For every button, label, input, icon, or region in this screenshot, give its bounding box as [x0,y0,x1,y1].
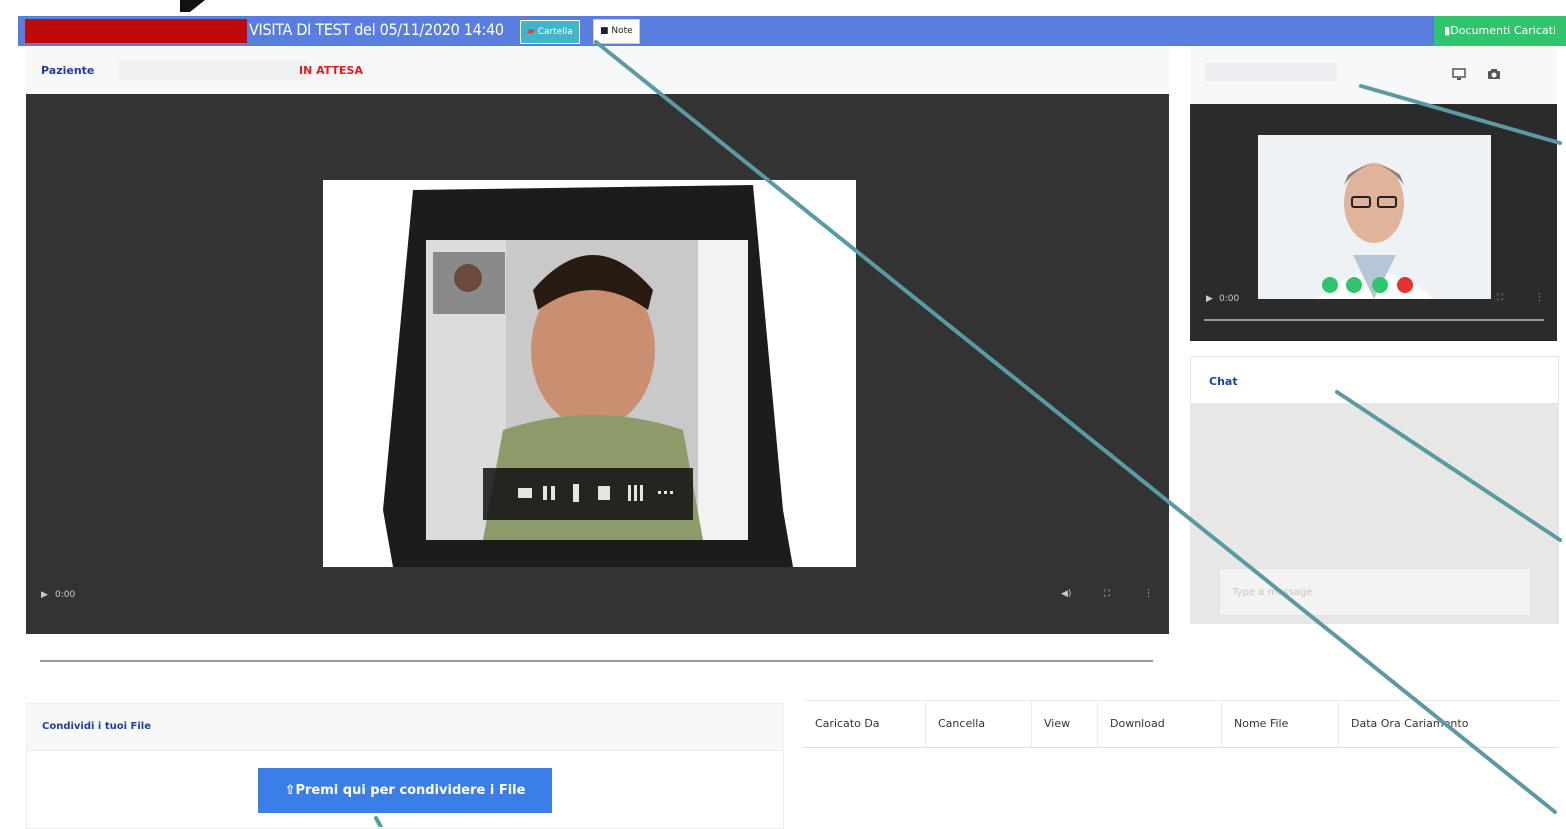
patient-panel: Paziente IN ATTESA ▶ 0:00 ◀) ⛶ ⋮ [26,46,1169,662]
note-label: Note [611,26,633,36]
doctor-panel: ▶ 0:00 ⛶ ⋮ [1190,46,1557,341]
redacted-name-block [25,19,247,43]
doctor-fullscreen-icon[interactable]: ⛶ [1497,293,1503,303]
folder-icon: ▰ [527,26,535,37]
doctor-video-time: 0:00 [1219,294,1240,304]
doctor-header [1190,46,1557,105]
upload-icon: ⇧ [284,783,296,798]
camera-icon[interactable] [1487,68,1501,80]
doctor-preview-image [1258,135,1491,299]
documents-label: Documenti Caricati [1450,24,1556,37]
column-view[interactable]: View [1032,701,1098,747]
main-video-controls: ▶ 0:00 ◀) ⛶ ⋮ [41,582,1154,608]
chat-panel: Chat Type a message [1190,356,1559,624]
column-nome-file[interactable]: Nome File [1222,701,1339,747]
chat-message-input[interactable]: Type a message [1219,568,1531,616]
share-files-button[interactable]: ⇧Premi qui per condividere i File [258,768,552,813]
cartella-button[interactable]: ▰ Cartella [520,20,580,44]
file-share-panel: Condividi i tuoi File ⇧Premi qui per con… [26,703,784,829]
doctor-video-frame [1258,135,1491,299]
play-icon[interactable]: ▶ [41,590,48,600]
chat-input-placeholder: Type a message [1232,587,1313,598]
chat-messages: Type a message [1191,404,1558,623]
redacted-doctor-name [1205,63,1337,81]
file-share-title: Condividi i tuoi File [42,721,151,732]
patient-video-frame [323,180,856,567]
note-icon: ■ [600,26,609,36]
main-video-time: 0:00 [55,590,76,600]
visit-header-bar: VISITA DI TEST del 05/11/2020 14:40 ▰ Car… [18,16,1566,46]
column-cancella[interactable]: Cancella [926,701,1032,747]
file-share-header: Condividi i tuoi File [27,704,783,751]
doctor-more-options-icon[interactable]: ⋮ [1535,293,1544,303]
chat-header: Chat [1191,357,1558,404]
column-data-ora[interactable]: Data Ora Cariamento [1339,701,1558,747]
chat-title: Chat [1209,375,1238,388]
patient-status: IN ATTESA [299,64,363,77]
video-call-preview-image [323,180,856,567]
logo-fragment [180,0,205,12]
patient-video[interactable]: ▶ 0:00 ◀) ⛶ ⋮ [26,94,1169,662]
files-table: Caricato Da Cancella View Download Nome … [803,700,1558,748]
doctor-video-progress[interactable] [1204,319,1544,321]
note-button[interactable]: ■ Note [593,19,640,44]
fullscreen-icon[interactable]: ⛶ [1104,589,1110,599]
cartella-label: Cartella [537,27,573,37]
volume-icon[interactable]: ◀) [1061,589,1071,599]
visit-title: VISITA DI TEST del 05/11/2020 14:40 [249,20,504,39]
doctor-video[interactable]: ▶ 0:00 ⛶ ⋮ [1190,104,1557,341]
more-options-icon[interactable]: ⋮ [1144,589,1153,599]
patient-header: Paziente IN ATTESA [26,46,1169,95]
doctor-play-icon[interactable]: ▶ [1206,294,1213,304]
main-video-progress[interactable] [40,660,1153,662]
share-files-label: Premi qui per condividere i File [295,783,526,798]
redacted-patient-name [119,60,307,80]
monitor-icon[interactable] [1452,68,1466,80]
documents-uploaded-button[interactable]: ▮Documenti Caricati [1434,16,1566,46]
patient-label: Paziente [41,64,95,77]
column-download[interactable]: Download [1098,701,1222,747]
column-caricato-da[interactable]: Caricato Da [803,701,926,747]
